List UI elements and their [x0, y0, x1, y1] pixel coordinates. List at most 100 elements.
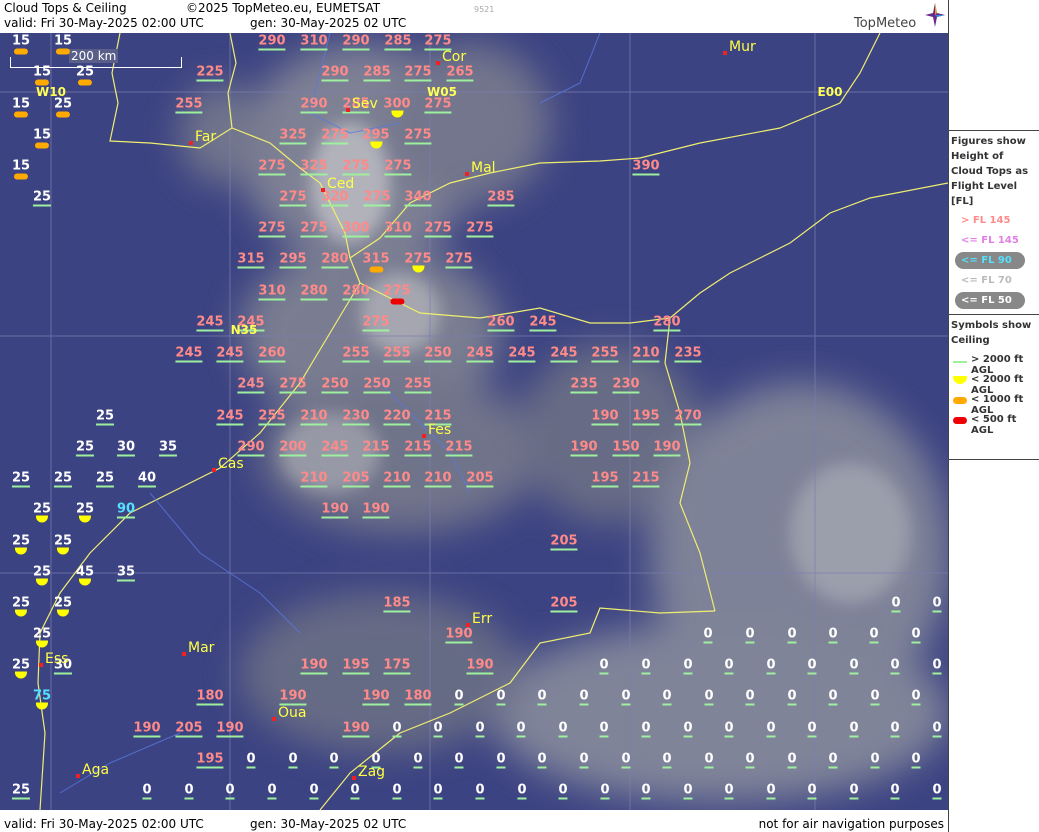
- legend-item-label: <= FL 50: [961, 295, 1012, 306]
- cloud-top-label: 275: [404, 64, 432, 82]
- cloud-top-label: 0: [807, 657, 817, 675]
- cloud-top-label: 25: [11, 470, 31, 488]
- cloud-top-label: 325: [300, 158, 328, 176]
- ceiling-below-1000-icon: [78, 79, 92, 86]
- cloud-top-label: 25: [12, 658, 30, 679]
- cloud-top-label: 275: [321, 127, 349, 145]
- city-label: Far: [195, 129, 217, 145]
- cloud-top-label: 0: [787, 751, 797, 769]
- cloud-top-label: 275: [258, 158, 286, 176]
- legend-item-label: <= FL 145: [961, 235, 1019, 246]
- cloud-top-label: 215: [445, 439, 473, 457]
- cloud-top-label: 0: [766, 657, 776, 675]
- cloud-top-label: 285: [363, 64, 391, 82]
- grid-label: W05: [427, 85, 457, 99]
- cloud-top-label: 15: [12, 159, 30, 180]
- cloud-top-label: 275: [279, 189, 307, 207]
- cloud-top-label: 210: [383, 470, 411, 488]
- ceiling-below-1000-icon: [56, 48, 70, 55]
- cloud-top-label: 215: [362, 439, 390, 457]
- ceiling-below-1000-icon: [14, 111, 28, 118]
- cloud-top-label: 290: [237, 439, 265, 457]
- cloud-top-label: 15: [54, 34, 72, 55]
- cloud-top-label: 15: [12, 34, 30, 55]
- cloud-top-label: 25: [33, 502, 51, 523]
- cloud-top-label: 35: [158, 439, 178, 457]
- cloud-top-label: 0: [932, 782, 942, 800]
- cloud-top-label: 310: [384, 220, 412, 238]
- cloud-top-label: 0: [849, 720, 859, 738]
- cloud-top-label: 30: [116, 439, 136, 457]
- symbol-item: < 1000 ft AGL: [949, 391, 1039, 416]
- cloud-top-label: 25: [12, 596, 30, 617]
- cloud-top-label: 40: [137, 470, 157, 488]
- cloud-top-label: 190: [653, 439, 681, 457]
- cloud-top-label: 325: [279, 127, 307, 145]
- cloud-top-label: 245: [321, 439, 349, 457]
- city-marker: [723, 51, 727, 55]
- compass-star-icon: [925, 3, 945, 27]
- cloud-top-label: 275: [384, 158, 412, 176]
- cloud-top-label: 0: [621, 688, 631, 706]
- cloud-top-label: 190: [466, 657, 494, 675]
- city-label: Mar: [188, 640, 215, 656]
- ceiling-symbol-icon: [953, 417, 967, 424]
- cloud-top-label: 215: [404, 439, 432, 457]
- cloud-top-label: 0: [745, 751, 755, 769]
- city-marker: [189, 141, 193, 145]
- cloud-top-label: 290: [300, 96, 328, 114]
- legend-item: <= FL 70: [949, 272, 1039, 292]
- cloud-top-label: 0: [475, 720, 485, 738]
- city-label: Mur: [729, 39, 756, 55]
- cloud-top-label: 0: [787, 626, 797, 644]
- cloud-top-label: 280: [321, 251, 349, 269]
- cloud-top-label: 0: [870, 751, 880, 769]
- cloud-top-label: 275: [466, 220, 494, 238]
- cloud-top-label: 220: [383, 408, 411, 426]
- cloud-top-label: 230: [612, 376, 640, 394]
- cloud-top-label: 0: [890, 657, 900, 675]
- cloud-top-label: 0: [870, 688, 880, 706]
- cloud-top-label: 0: [704, 751, 714, 769]
- cloud-top-label: 190: [362, 688, 390, 706]
- cloud-top-label: 275: [445, 251, 473, 269]
- cloud-top-label: 45: [76, 565, 94, 586]
- cloud-top-label: 0: [745, 626, 755, 644]
- city-label: Cor: [442, 49, 467, 65]
- cloud-top-label: 0: [599, 720, 609, 738]
- city-marker: [212, 468, 216, 472]
- cloud-top-legend: Figures show Height of Cloud Tops as Fli…: [949, 130, 1039, 313]
- cloud-top-label: 0: [683, 720, 693, 738]
- cloud-top-label: 0: [392, 782, 402, 800]
- symbols-title: Symbols show Ceiling: [951, 320, 1032, 346]
- cloud-top-label: 250: [321, 376, 349, 394]
- cloud-top-label: 0: [184, 782, 194, 800]
- city-label: Err: [472, 611, 493, 627]
- cloud-top-label: 315: [362, 252, 390, 273]
- ceiling-legend: Symbols show Ceiling > 2000 ft AGL < 2000…: [949, 314, 1039, 460]
- cloud-top-label: 0: [579, 688, 589, 706]
- cloud-top-label: 0: [807, 782, 817, 800]
- ceiling-below-1000-icon: [14, 173, 28, 180]
- ceiling-below-1000-icon: [368, 266, 383, 273]
- cloud-top-label: 315: [237, 251, 265, 269]
- cloud-top-label: 0: [704, 688, 714, 706]
- cloud-top-label: 0: [745, 688, 755, 706]
- cloud-top-label: 0: [329, 751, 339, 769]
- symbol-item: < 2000 ft AGL: [949, 371, 1039, 396]
- city-marker: [321, 188, 325, 192]
- ceiling-below-1000-icon: [35, 142, 49, 149]
- cloud-top-label: 0: [849, 657, 859, 675]
- city-marker: [436, 61, 440, 65]
- cloud-top-label: 285: [487, 189, 515, 207]
- cloud-top-label: 190: [570, 439, 598, 457]
- cloud-top-label: 0: [787, 688, 797, 706]
- cloud-top-label: 245: [216, 345, 244, 363]
- cloud-top-label: 235: [674, 345, 702, 363]
- cloud-top-label: 275: [362, 314, 390, 332]
- cloud-top-label: 0: [807, 720, 817, 738]
- cloud-top-label: 0: [454, 751, 464, 769]
- generated-time: gen: 30-May-2025 02 UTC: [250, 16, 407, 30]
- cloud-top-label: 0: [225, 782, 235, 800]
- cloud-top-label: 180: [196, 688, 224, 706]
